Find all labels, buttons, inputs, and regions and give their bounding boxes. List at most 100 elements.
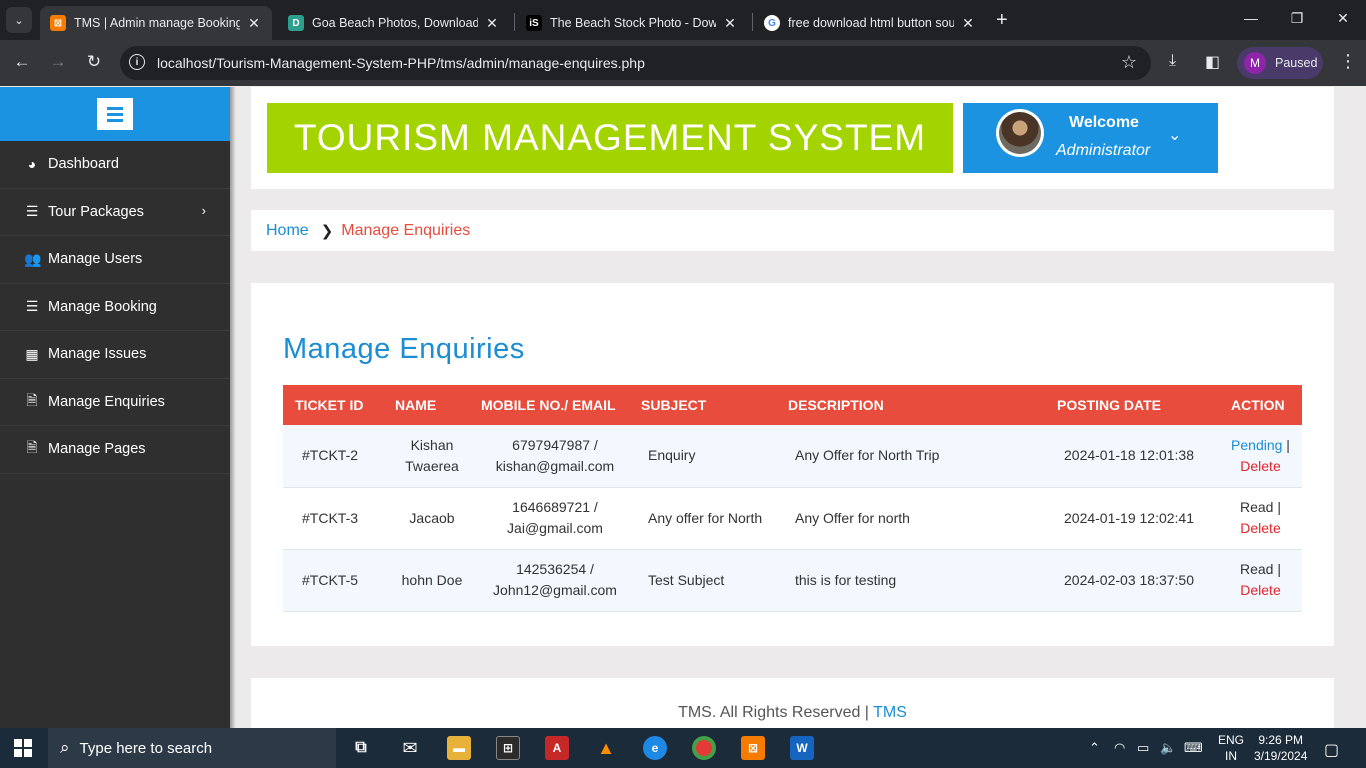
page-title: Manage Enquiries: [283, 333, 525, 365]
close-tab-icon[interactable]: ✕: [246, 15, 262, 32]
table-row: #TCKT-5 hohn Doe 142536254 / John12@gmai…: [283, 549, 1302, 611]
enquiries-panel: Manage Enquiries TICKET ID NAME MOBILE N…: [251, 283, 1334, 646]
browser-tab[interactable]: ⊠ TMS | Admin manage Bookings ✕: [40, 6, 272, 40]
contact-info: 6797947987 / kishan@gmail.com: [495, 436, 615, 474]
avatar: [996, 109, 1044, 157]
action-cell: Read | Delete: [1219, 487, 1302, 549]
xampp-icon[interactable]: ⊠: [741, 736, 765, 760]
contact-info: 1646689721 / Jai@gmail.com: [507, 499, 603, 536]
customer-name: Jacaob: [409, 509, 455, 526]
column-header: DESCRIPTION: [788, 397, 884, 413]
enquiries-table: TICKET ID NAME MOBILE NO./ EMAIL SUBJECT…: [283, 385, 1302, 612]
browser-tab[interactable]: G free download html button sou ✕: [754, 6, 986, 40]
description: Any Offer for north: [795, 509, 910, 526]
forward-arrow-icon[interactable]: →: [47, 52, 69, 72]
restore-icon[interactable]: ❐: [1287, 10, 1307, 27]
close-tab-icon[interactable]: ✕: [484, 15, 500, 32]
description: this is for testing: [795, 571, 897, 588]
pending-link[interactable]: Pending: [1231, 437, 1282, 453]
photo-site-favicon-icon: D: [288, 15, 304, 31]
notification-icon[interactable]: ▢: [1324, 740, 1339, 760]
user-menu[interactable]: Welcome Administrator ⌄: [963, 103, 1218, 173]
description: Any Offer for North Trip: [795, 447, 940, 464]
side-panel-icon[interactable]: ◧: [1205, 52, 1220, 72]
sidebar-item-manage-enquiries[interactable]: 🗎 Manage Enquiries: [0, 379, 230, 426]
search-icon: ⌕: [60, 738, 70, 757]
hamburger-menu-icon[interactable]: [97, 98, 133, 130]
sidebar-item-manage-pages[interactable]: 🗎 Manage Pages: [0, 426, 230, 474]
subject: Enquiry: [648, 447, 696, 464]
delete-link[interactable]: Delete: [1240, 582, 1280, 598]
vlc-icon[interactable]: ▲: [594, 736, 618, 760]
subject: Test Subject: [648, 571, 725, 588]
reload-icon[interactable]: ↻: [83, 52, 105, 72]
file-explorer-icon[interactable]: ▬: [447, 736, 471, 760]
user-role: Administrator: [1056, 142, 1151, 159]
table-row: #TCKT-3 Jacaob 1646689721 / Jai@gmail.co…: [283, 487, 1302, 549]
back-arrow-icon[interactable]: ←: [11, 52, 33, 72]
keyboard-icon[interactable]: ⌨: [1184, 740, 1203, 756]
bookmark-star-icon[interactable]: ☆: [1121, 52, 1137, 73]
profile-status: Paused: [1275, 56, 1318, 70]
wifi-icon[interactable]: ◠: [1114, 740, 1125, 756]
sidebar-item-label: Dashboard: [48, 156, 119, 173]
site-info-icon[interactable]: i: [129, 54, 145, 70]
close-window-icon[interactable]: ✕: [1333, 10, 1353, 27]
brand-banner: TOURISM MANAGEMENT SYSTEM: [267, 103, 953, 173]
sidebar-item-manage-users[interactable]: 👥 Manage Users: [0, 236, 230, 284]
column-header: ACTION: [1231, 397, 1285, 413]
delete-link[interactable]: Delete: [1240, 458, 1280, 474]
download-icon[interactable]: ⤓: [1169, 52, 1176, 70]
minimize-icon[interactable]: —: [1241, 10, 1261, 26]
profile-button[interactable]: M Paused: [1237, 47, 1323, 79]
microsoft-store-icon[interactable]: ⊞: [496, 736, 520, 760]
edge-icon[interactable]: e: [643, 736, 667, 760]
action-separator: |: [1273, 499, 1281, 515]
language-indicator[interactable]: ENG IN: [1218, 732, 1244, 764]
task-view-icon[interactable]: ⧉: [349, 736, 373, 760]
url-text[interactable]: localhost/Tourism-Management-System-PHP/…: [157, 55, 645, 71]
system-clock[interactable]: 9:26 PM 3/19/2024: [1254, 732, 1307, 764]
sidebar-item-dashboard[interactable]: ◕ Dashboard: [0, 141, 230, 189]
list-icon: ☰: [25, 298, 39, 315]
browser-tab-strip: ⌄ ⊠ TMS | Admin manage Bookings ✕ D Goa …: [0, 0, 1366, 40]
search-placeholder: Type here to search: [79, 739, 213, 757]
volume-icon[interactable]: 🔈: [1160, 740, 1176, 756]
footer-text: TMS. All Rights Reserved |: [678, 704, 874, 721]
browser-tab[interactable]: iS The Beach Stock Photo - Downl ✕: [516, 6, 748, 40]
word-icon[interactable]: W: [790, 736, 814, 760]
close-tab-icon[interactable]: ✕: [722, 15, 738, 32]
subject: Any offer for North: [648, 509, 763, 526]
breadcrumb-home-link[interactable]: Home: [266, 222, 309, 240]
page-footer: TMS. All Rights Reserved | TMS: [251, 678, 1334, 728]
more-menu-icon[interactable]: ⋮: [1339, 51, 1357, 72]
mail-icon[interactable]: ✉: [398, 736, 422, 760]
windows-start-icon[interactable]: [14, 739, 32, 757]
windows-taskbar: ⌕ Type here to search ⧉ ✉ ▬ ⊞ A ▲ e ⊠ W …: [0, 728, 1366, 768]
posting-date: 2024-01-19 12:02:41: [1064, 509, 1194, 526]
chevron-up-icon[interactable]: ⌃: [1089, 740, 1100, 756]
tab-divider: [752, 13, 753, 31]
action-cell: Pending | Delete: [1219, 425, 1302, 487]
battery-icon[interactable]: ▭: [1137, 740, 1149, 756]
sidebar-header: [0, 87, 230, 141]
sidebar-item-label: Tour Packages: [48, 203, 144, 220]
browser-tab[interactable]: D Goa Beach Photos, Download T ✕: [278, 6, 510, 40]
sidebar-item-manage-issues[interactable]: ▦ Manage Issues: [0, 331, 230, 379]
new-tab-button[interactable]: +: [996, 9, 1008, 32]
file-icon: 🗎: [26, 391, 38, 408]
close-tab-icon[interactable]: ✕: [960, 15, 976, 32]
tab-search-button[interactable]: ⌄: [6, 7, 32, 33]
sidebar-item-label: Manage Booking: [48, 298, 157, 315]
sidebar-item-tour-packages[interactable]: ☰ Tour Packages ›: [0, 189, 230, 236]
chrome-icon[interactable]: [692, 736, 716, 760]
sidebar-item-manage-booking[interactable]: ☰ Manage Booking: [0, 284, 230, 331]
taskbar-search-box[interactable]: ⌕ Type here to search: [48, 728, 336, 768]
posting-date: 2024-01-18 12:01:38: [1064, 447, 1194, 464]
address-bar[interactable]: i localhost/Tourism-Management-System-PH…: [120, 46, 1151, 80]
delete-link[interactable]: Delete: [1240, 520, 1280, 536]
chevron-down-icon[interactable]: ⌄: [1168, 125, 1181, 145]
acrobat-icon[interactable]: A: [545, 736, 569, 760]
read-status: Read: [1240, 499, 1274, 515]
footer-link[interactable]: TMS: [873, 704, 907, 721]
